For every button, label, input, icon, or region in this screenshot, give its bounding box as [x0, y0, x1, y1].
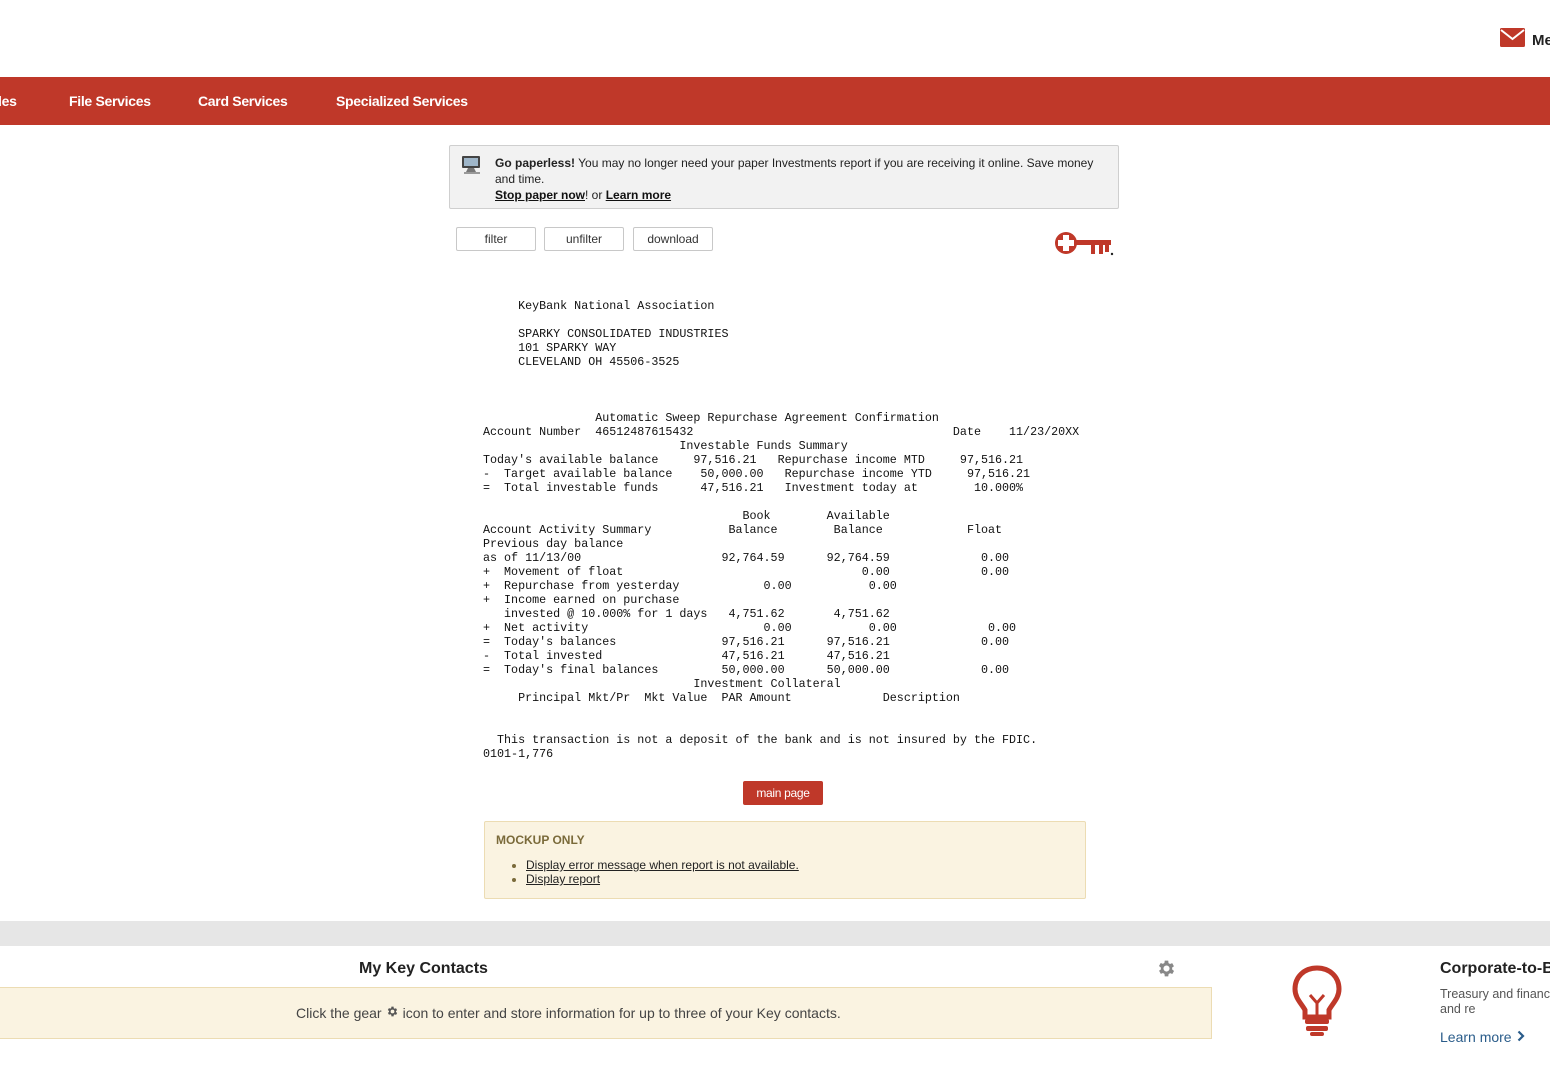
mockup-notice: MOCKUP ONLY Display error message when r…: [484, 821, 1086, 899]
chevron-right-icon: [1517, 1029, 1525, 1045]
banner-text: You may no longer need your paper Invest…: [495, 156, 1094, 186]
nav-item-card-services[interactable]: Card Services: [198, 77, 288, 125]
gear-inline-icon: [386, 1005, 399, 1021]
messages-label: Me: [1532, 31, 1550, 49]
paperless-banner: Go paperless! You may no longer need you…: [449, 145, 1119, 209]
banner-or: or: [588, 188, 606, 202]
display-error-link[interactable]: Display error message when report is not…: [526, 858, 799, 872]
learn-more-link[interactable]: Learn more: [606, 188, 671, 202]
mockup-list-item: Display report: [526, 872, 799, 886]
report-text: KeyBank National Association SPARKY CONS…: [483, 299, 1080, 761]
main-page-button[interactable]: main page: [743, 781, 823, 805]
mockup-list-item: Display error message when report is not…: [526, 858, 799, 872]
main-nav: les File Services Card Services Speciali…: [0, 77, 1550, 125]
c2b-learn-label: Learn more: [1440, 1029, 1512, 1045]
nav-item-file-services[interactable]: File Services: [69, 77, 151, 125]
nav-item-specialized-services[interactable]: Specialized Services: [336, 77, 468, 125]
contacts-text-before: Click the gear: [296, 1005, 382, 1021]
download-button[interactable]: download: [633, 227, 713, 251]
mockup-list: Display error message when report is not…: [512, 858, 799, 886]
c2b-title: Corporate-to-B: [1440, 960, 1550, 977]
c2b-learn-more-link[interactable]: Learn more: [1440, 1029, 1525, 1045]
filter-button[interactable]: filter: [456, 227, 536, 251]
display-report-link[interactable]: Display report: [526, 872, 600, 886]
stop-paper-link[interactable]: Stop paper now: [495, 188, 585, 202]
envelope-icon: [1500, 28, 1525, 52]
nav-item-partial[interactable]: les: [0, 77, 17, 125]
computer-icon: [461, 155, 483, 180]
mockup-heading: MOCKUP ONLY: [496, 833, 585, 847]
contacts-title: My Key Contacts: [359, 960, 488, 977]
contacts-info-box: Click the gear icon to enter and store i…: [0, 987, 1212, 1039]
key-logo: [1053, 229, 1115, 264]
banner-bold: Go paperless!: [495, 156, 576, 170]
gear-icon[interactable]: [1156, 958, 1177, 984]
messages-link[interactable]: Me: [1500, 28, 1550, 52]
unfilter-button[interactable]: unfilter: [544, 227, 624, 251]
contacts-text-after: icon to enter and store information for …: [402, 1005, 841, 1021]
footer-divider: [0, 921, 1550, 946]
c2b-description: Treasury and financ funds faster and re: [1440, 987, 1550, 1016]
lightbulb-icon: [1292, 965, 1342, 1042]
